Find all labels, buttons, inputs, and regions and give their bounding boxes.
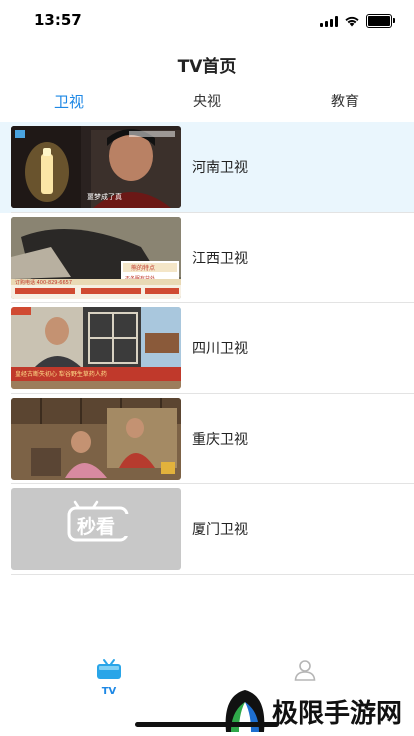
drama-interior-thumbnail — [11, 397, 181, 480]
tabbar-tv-label: TV — [101, 686, 117, 697]
status-bar: 13:57 — [0, 0, 414, 44]
battery-icon — [366, 14, 395, 28]
channel-row[interactable]: 皇经古断失初心 犁谷野生草药人药 四川卫视 — [0, 303, 414, 394]
channel-name: 重庆卫视 — [192, 431, 248, 448]
placeholder-logo-text: 秒看 — [77, 515, 115, 538]
tv-icon — [97, 659, 121, 679]
thumb-hotline: 订购电话 400-829-6657 — [15, 279, 72, 286]
channel-name: 河南卫视 — [192, 160, 248, 176]
animal-scene-thumbnail: 熊的特点 不冬眠有益处 订购电话 400-829-6657 — [11, 216, 181, 299]
status-time: 13:57 — [34, 11, 82, 29]
channel-row[interactable]: 重庆卫视 — [0, 394, 414, 484]
channel-list: 噩梦成了真 河南卫视 熊的特点 不冬眠有益处 订购电话 400-829-6657 — [0, 122, 414, 575]
drama-scene-thumbnail: 噩梦成了真 — [11, 126, 181, 208]
channel-name: 厦门卫视 — [192, 522, 248, 538]
wifi-icon — [345, 16, 359, 27]
watermark-text: 极限手游网 — [272, 698, 403, 729]
tabbar-tv[interactable]: TV — [79, 658, 139, 697]
watermark-logo-icon — [225, 690, 265, 732]
watermark: 极限手游网 — [222, 686, 414, 736]
home-indicator — [135, 722, 279, 727]
status-icons — [320, 14, 395, 28]
tab-cctv[interactable]: 央视 — [138, 88, 276, 116]
channel-name: 四川卫视 — [192, 341, 248, 357]
channel-name: 江西卫视 — [192, 250, 248, 267]
interview-scene-thumbnail: 皇经古断失初心 犁谷野生草药人药 — [11, 307, 181, 389]
user-icon — [294, 660, 316, 681]
channel-row[interactable]: 秒看 厦门卫视 — [0, 484, 414, 575]
channel-row[interactable]: 噩梦成了真 河南卫视 — [0, 122, 414, 213]
cellular-signal-icon — [320, 15, 338, 27]
thumb-ad-title: 熊的特点 — [131, 264, 155, 272]
tabbar-profile[interactable] — [275, 658, 335, 686]
placeholder-logo-thumbnail: 秒看 — [11, 488, 181, 570]
row-divider — [11, 573, 414, 575]
thumb-caption: 皇经古断失初心 犁谷野生草药人药 — [15, 370, 107, 378]
tab-education[interactable]: 教育 — [276, 88, 414, 116]
channel-row[interactable]: 熊的特点 不冬眠有益处 订购电话 400-829-6657 江西卫视 — [0, 213, 414, 303]
category-tabs: 卫视 央视 教育 — [0, 88, 414, 120]
tab-satellite[interactable]: 卫视 — [0, 88, 138, 116]
page-title: TV首页 — [177, 57, 237, 77]
thumb-subtitle: 噩梦成了真 — [87, 192, 122, 201]
